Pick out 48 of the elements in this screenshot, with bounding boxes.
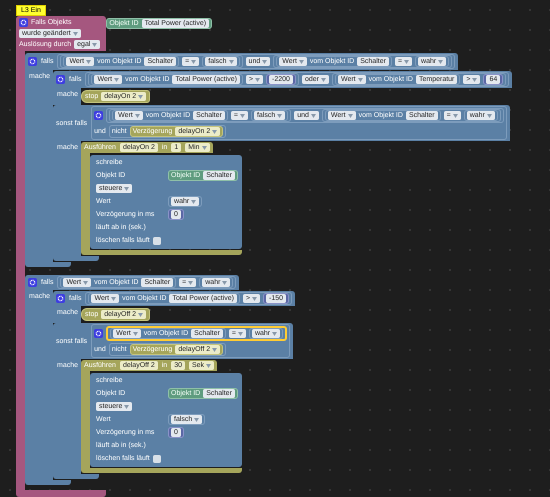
caret-icon <box>206 364 212 368</box>
caret-icon <box>348 114 353 118</box>
caret-icon <box>124 186 130 190</box>
caret-icon <box>310 114 316 118</box>
caret-icon <box>114 78 120 82</box>
caret-icon <box>472 78 478 82</box>
caret-icon <box>202 146 207 150</box>
checkbox[interactable] <box>152 236 161 244</box>
caret-icon <box>134 114 140 118</box>
caret-icon <box>298 60 304 64</box>
caret-icon <box>212 130 218 134</box>
caret-icon <box>132 332 138 336</box>
caret-icon <box>358 78 363 82</box>
caret-icon <box>240 114 245 118</box>
caret-icon <box>188 280 194 284</box>
caret-icon <box>92 42 98 46</box>
caret-icon <box>320 78 326 82</box>
caret-icon <box>228 60 234 64</box>
caret-icon <box>124 404 130 408</box>
caret-icon <box>438 60 444 64</box>
caret-icon <box>262 60 268 64</box>
caret-icon <box>194 418 200 422</box>
caret-icon <box>72 32 78 36</box>
gear-icon[interactable] <box>94 329 104 338</box>
caret-icon <box>86 60 92 64</box>
gear-icon[interactable] <box>28 57 37 66</box>
caret-icon <box>252 296 258 300</box>
gear-icon[interactable] <box>28 278 37 287</box>
caret-icon <box>452 114 458 118</box>
gear-icon[interactable] <box>56 75 66 84</box>
caret-icon <box>238 332 243 336</box>
caret-icon <box>212 348 218 352</box>
caret-icon <box>277 114 282 118</box>
caret-icon <box>404 60 410 64</box>
caret-icon <box>111 296 116 300</box>
caret-icon <box>486 114 492 118</box>
caret-icon <box>138 94 144 98</box>
gear-icon[interactable] <box>94 111 104 120</box>
caret-icon <box>191 60 196 64</box>
caret-icon <box>222 280 228 284</box>
caret-icon <box>138 312 144 316</box>
gear-icon[interactable] <box>19 18 28 27</box>
caret-icon <box>272 332 278 336</box>
checkbox[interactable] <box>152 454 161 462</box>
caret-icon <box>255 78 260 82</box>
caret-icon <box>191 200 196 204</box>
caret-icon <box>83 280 88 284</box>
gear-icon[interactable] <box>56 294 66 303</box>
